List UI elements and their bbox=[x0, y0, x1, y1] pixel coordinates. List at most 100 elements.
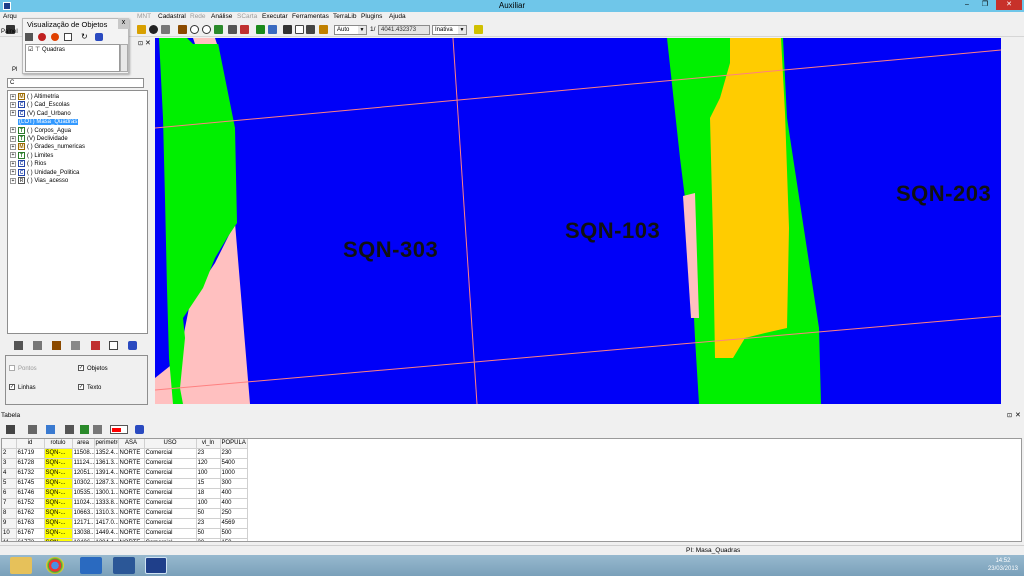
scale-input[interactable]: 4041.432373 bbox=[378, 25, 430, 35]
query-icon[interactable] bbox=[268, 25, 277, 34]
status-select[interactable]: Inativa ▼ bbox=[432, 25, 467, 35]
texto-checkbox[interactable]: ✓ Texto bbox=[78, 384, 101, 392]
menu-terralib[interactable]: TerraLib bbox=[333, 13, 356, 20]
linhas-checkbox[interactable]: ✓ Linhas bbox=[9, 384, 36, 392]
column-header[interactable]: perimetro bbox=[94, 439, 119, 450]
table-row[interactable]: 7 61752 SQN-... 11024... 1333.8... NORTE Comer… bbox=[2, 498, 248, 510]
tree-item[interactable]: + T (V) Declividade bbox=[10, 135, 68, 143]
table-options-icon[interactable] bbox=[6, 425, 15, 434]
scale-mode-select[interactable]: Auto ▼ bbox=[334, 25, 367, 35]
map-canvas[interactable]: SQN-303 SQN-103 SQN-203 bbox=[155, 38, 1001, 404]
info-icon[interactable] bbox=[149, 25, 158, 34]
object-list-item[interactable]: ☑ ⊤ Quadras bbox=[28, 46, 65, 53]
column-header[interactable]: USO bbox=[144, 439, 197, 450]
panel-close-icon[interactable]: ✕ bbox=[145, 39, 151, 47]
undo-icon[interactable] bbox=[240, 25, 249, 34]
expand-icon[interactable]: + bbox=[10, 93, 16, 100]
display-icon[interactable] bbox=[295, 25, 304, 34]
save-icon[interactable] bbox=[93, 425, 102, 434]
expand-icon[interactable]: + bbox=[10, 177, 16, 184]
row-number[interactable]: 11 bbox=[2, 538, 17, 541]
lync-icon[interactable] bbox=[80, 557, 102, 574]
tree-item[interactable]: + M( ) Grades_numericas bbox=[10, 143, 85, 151]
object-viewer-titlebar[interactable]: Visualização de Objetos bbox=[23, 19, 128, 30]
row-number[interactable]: 3 bbox=[2, 458, 17, 470]
sort-icon[interactable] bbox=[28, 425, 37, 434]
attribute-table[interactable]: idrotuloareaperimetroASAUSOvl_lnPOPULA 2… bbox=[1, 438, 1022, 542]
row-number[interactable]: 2 bbox=[2, 448, 17, 460]
window-icon[interactable] bbox=[109, 341, 118, 350]
object-list-scrollbar[interactable] bbox=[120, 44, 128, 72]
row-number[interactable]: 7 bbox=[2, 498, 17, 510]
tabela-pin-icon[interactable]: ⊡ bbox=[1007, 411, 1012, 421]
help-icon[interactable] bbox=[474, 25, 483, 34]
pencil-icon[interactable] bbox=[91, 341, 100, 350]
table-row[interactable]: 2 61719 SQN-... 11508... 1352.4... NORTE Comer… bbox=[2, 448, 248, 460]
object-viewer-icon-1[interactable] bbox=[25, 33, 33, 41]
menu-ferramentas[interactable]: Ferramentas bbox=[292, 13, 329, 20]
zoom-area-icon[interactable] bbox=[214, 25, 223, 34]
help-icon[interactable] bbox=[95, 33, 103, 41]
tree-item[interactable]: + C( ) Rios bbox=[10, 160, 46, 168]
column-header[interactable]: id bbox=[16, 439, 45, 450]
object-viewer-icon-2[interactable] bbox=[38, 33, 46, 41]
expand-icon[interactable]: + bbox=[10, 101, 16, 108]
table-row[interactable]: 1161773SQN-...10406...1284.4...NORTECome… bbox=[2, 538, 248, 541]
columns-icon[interactable] bbox=[65, 425, 74, 434]
table-row[interactable]: 9 61763 SQN-... 12171... 1417.0... NORTE Comer… bbox=[2, 518, 248, 530]
tree-item[interactable]: + C( ) Unidade_Politica bbox=[10, 168, 79, 177]
row-number[interactable]: 6 bbox=[2, 488, 17, 500]
menu-rede[interactable]: Rede bbox=[190, 13, 206, 20]
object-viewer-close-button[interactable]: x bbox=[118, 18, 129, 29]
maximize-button[interactable]: ❐ bbox=[976, 0, 994, 10]
column-header[interactable] bbox=[2, 439, 17, 450]
terraview-icon[interactable] bbox=[145, 557, 167, 574]
minimize-button[interactable]: – bbox=[958, 0, 976, 10]
clock[interactable]: 14:52 23/03/2013 bbox=[988, 557, 1018, 573]
layer-icon[interactable] bbox=[256, 25, 265, 34]
row-number[interactable]: 8 bbox=[2, 508, 17, 520]
refresh-icon[interactable] bbox=[46, 425, 55, 434]
pontos-checkbox[interactable]: Pontos bbox=[9, 365, 37, 373]
file-explorer-icon[interactable] bbox=[10, 557, 32, 574]
expand-icon[interactable]: + bbox=[10, 127, 16, 134]
menu-executar[interactable]: Executar bbox=[262, 13, 288, 20]
help-icon[interactable] bbox=[128, 341, 137, 350]
word-icon[interactable] bbox=[113, 557, 135, 574]
panel-pin-icon[interactable]: ⊡ bbox=[138, 40, 143, 47]
chrome-icon[interactable] bbox=[46, 557, 64, 574]
table-row[interactable]: 4 61732 SQN-... 12051... 1391.4... NORTE Comer… bbox=[2, 468, 248, 480]
tree-item[interactable]: + T( ) Corpos_Agua bbox=[10, 126, 71, 135]
object-list[interactable]: ☑ ⊤ Quadras bbox=[25, 44, 120, 72]
zoom-in-icon[interactable] bbox=[190, 25, 199, 34]
row-number[interactable]: 4 bbox=[2, 468, 17, 480]
expand-icon[interactable]: + bbox=[10, 110, 16, 117]
edit-icon[interactable] bbox=[52, 341, 61, 350]
expand-icon[interactable]: + bbox=[10, 152, 16, 159]
table-row[interactable]: 10 61767 SQN-... 13038... 1449.4... NORTE Come… bbox=[2, 528, 248, 540]
expand-icon[interactable]: + bbox=[10, 160, 16, 167]
binoculars-icon[interactable] bbox=[319, 25, 328, 34]
column-header[interactable]: rotulo bbox=[44, 439, 73, 450]
menu-arquivo[interactable]: Arqu bbox=[3, 13, 17, 20]
chart-icon[interactable] bbox=[71, 341, 80, 350]
table-row[interactable]: 8 61762 SQN-... 10663... 1310.3... NORTE Comer… bbox=[2, 508, 248, 520]
tree-item[interactable]: + T( ) Limites bbox=[10, 151, 53, 160]
menu-plugins[interactable]: Plugins bbox=[361, 13, 382, 20]
measure-icon[interactable] bbox=[306, 25, 315, 34]
edit-pencil-icon[interactable] bbox=[80, 425, 89, 434]
column-header[interactable]: vl_ln bbox=[196, 439, 221, 450]
tree-item[interactable]: (LOT) Masa_Quadras bbox=[18, 118, 79, 126]
tree-item[interactable]: + R( ) Vias_acesso bbox=[10, 177, 68, 185]
expand-icon[interactable]: + bbox=[10, 169, 16, 176]
menu-analise[interactable]: Análise bbox=[211, 13, 232, 20]
refresh-icon[interactable]: ↻ bbox=[81, 33, 89, 41]
tree-item[interactable]: + C( ) Cad_Escolas bbox=[10, 101, 70, 109]
pan-icon[interactable] bbox=[137, 25, 146, 34]
tabela-close-icon[interactable]: ✕ bbox=[1015, 411, 1021, 421]
expand-icon[interactable]: + bbox=[10, 135, 16, 142]
table-row[interactable]: 3 61728 SQN-... 11124... 1361.3... NORTE Comer… bbox=[2, 458, 248, 470]
tree-item[interactable]: + M( ) Altimetria bbox=[10, 93, 59, 101]
tree-item[interactable]: + C (V) Cad_Urbano bbox=[10, 109, 71, 118]
table-icon[interactable] bbox=[64, 33, 72, 41]
